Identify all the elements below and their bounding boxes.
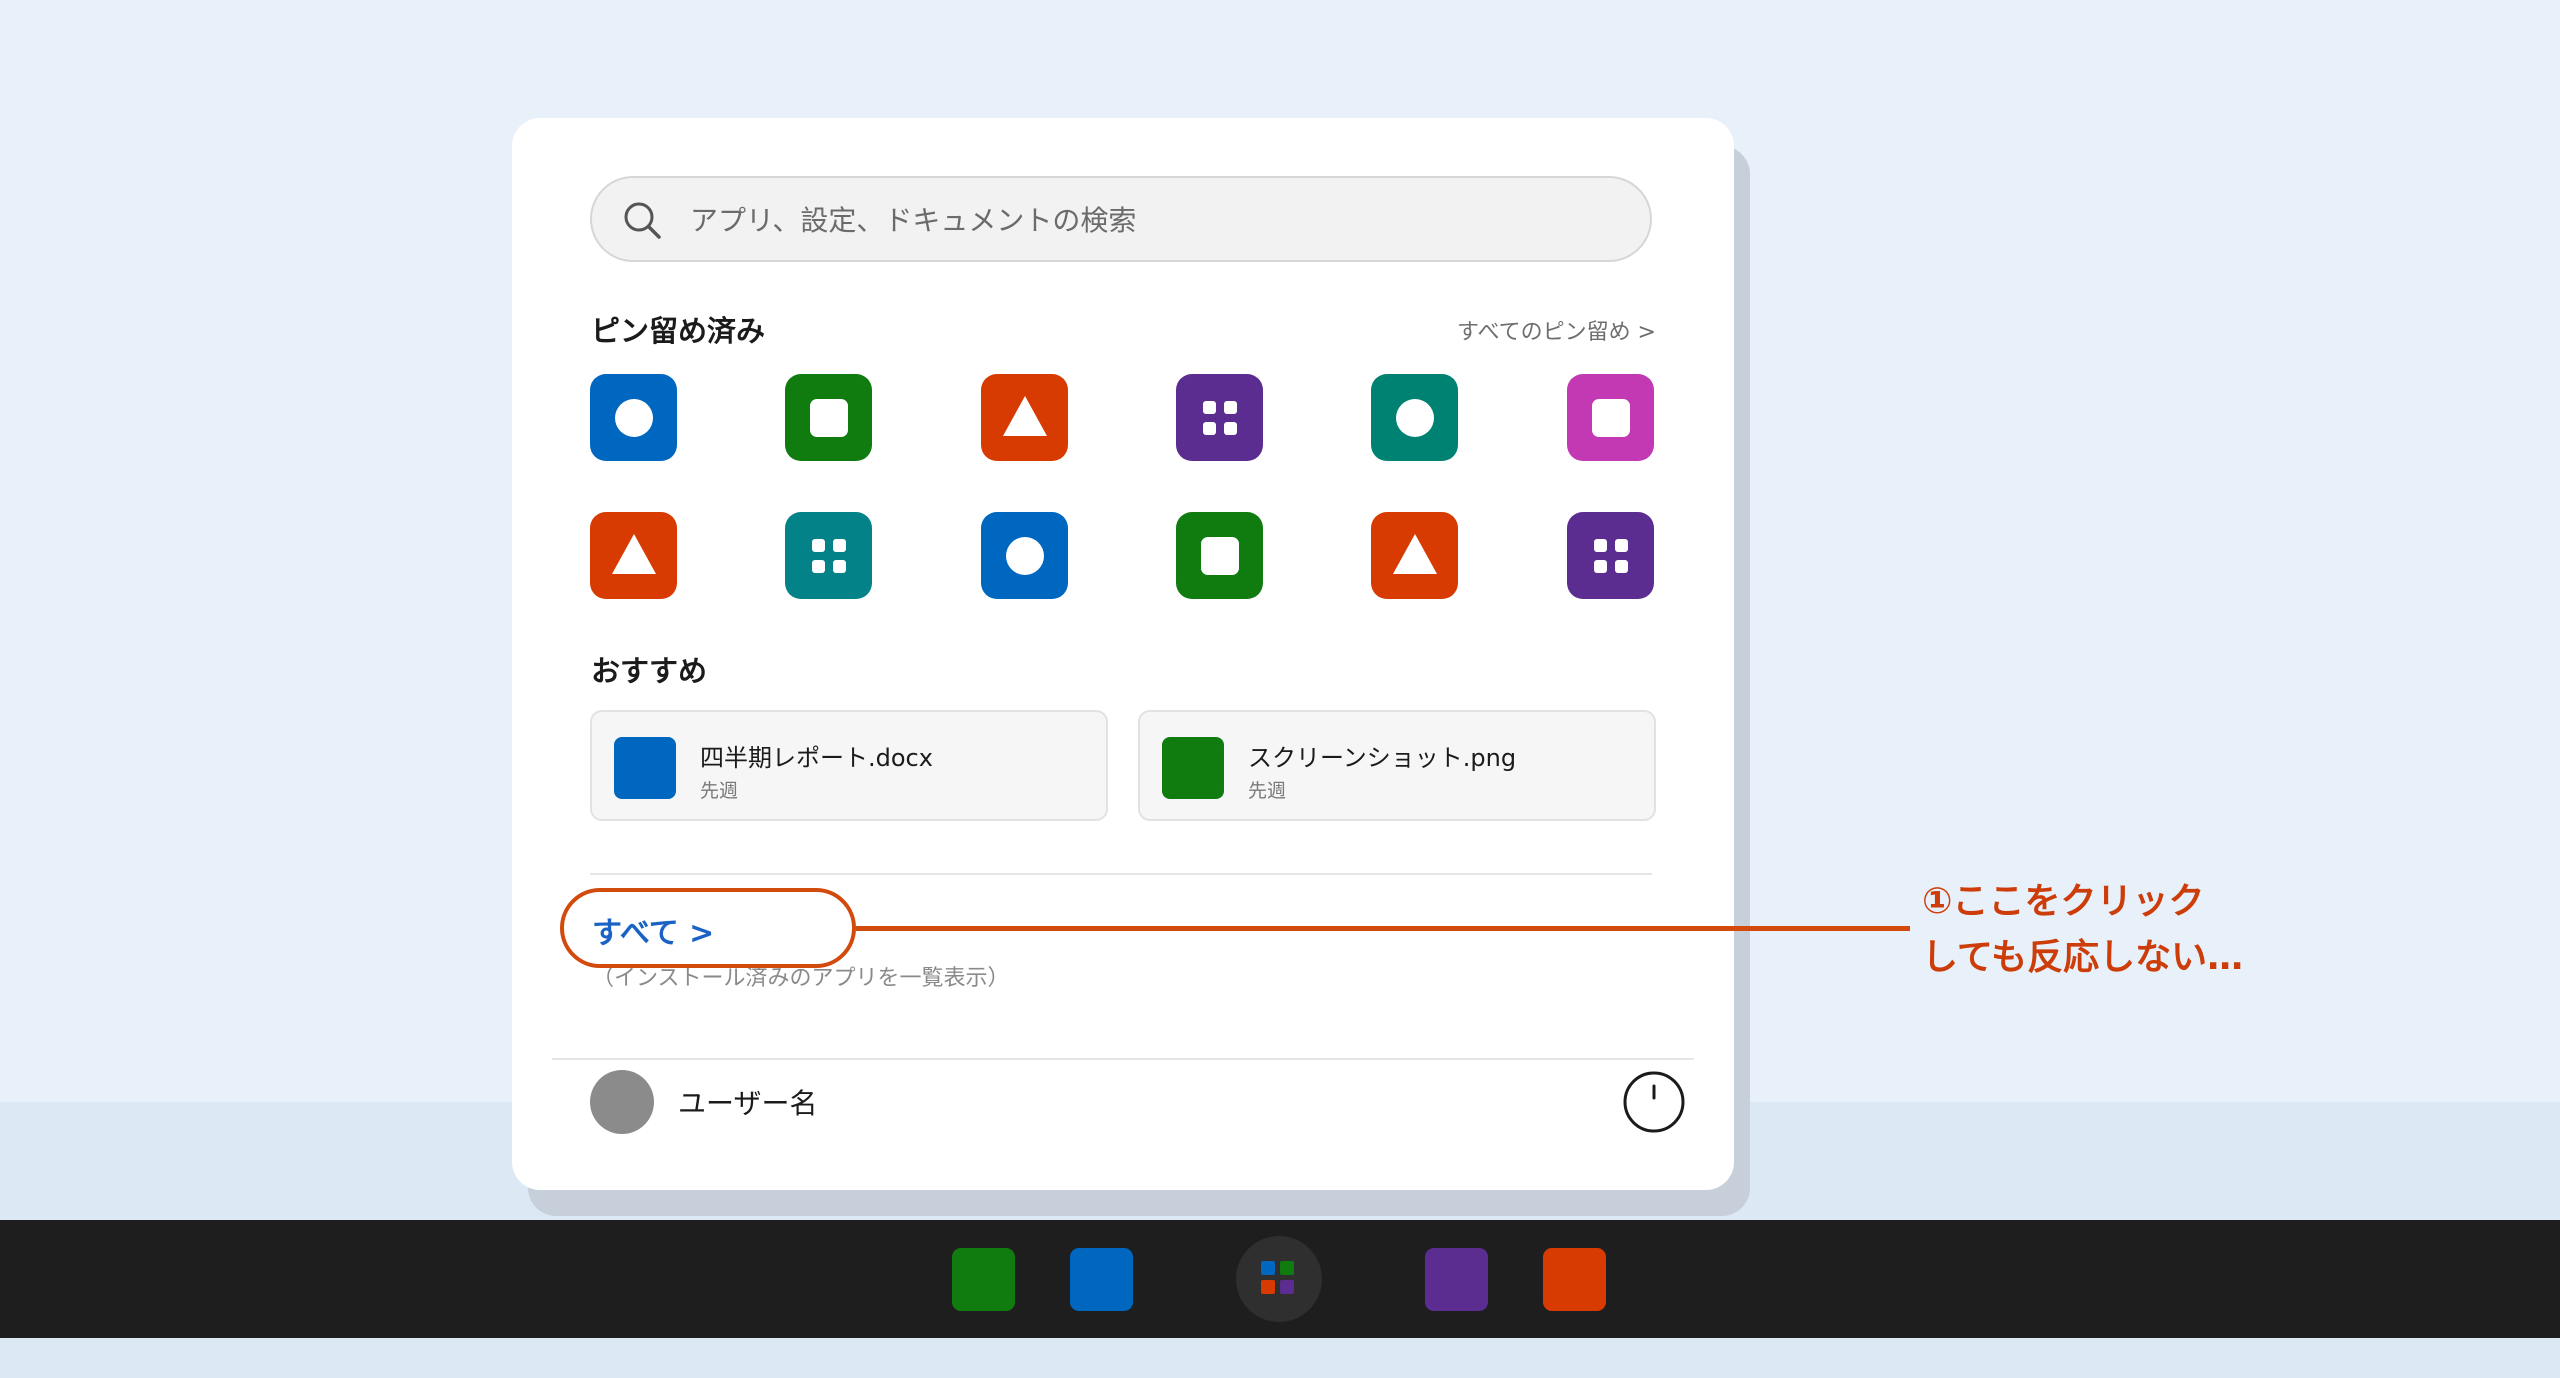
pinned-app-tile[interactable]: [1176, 374, 1263, 461]
square-app-icon: [1591, 398, 1630, 437]
start-logo-tile: [1261, 1261, 1275, 1275]
document-file-icon: [614, 737, 676, 799]
footer-divider: [552, 1058, 1694, 1060]
search-input[interactable]: [688, 178, 1632, 262]
pinned-title: ピン留め済み: [591, 314, 766, 348]
recommended-item[interactable]: 四半期レポート.docx 先週: [590, 710, 1108, 821]
triangle-app-icon: [611, 533, 656, 574]
circle-app-icon: [614, 398, 653, 437]
pinned-app-tile[interactable]: [1567, 374, 1654, 461]
recommended-item-time: 先週: [1248, 780, 1287, 802]
power-icon[interactable]: [1622, 1070, 1686, 1134]
highlight-oval-annotation: [560, 888, 856, 968]
grid-app-icon: [1593, 538, 1628, 573]
pinned-app-tile[interactable]: [785, 512, 872, 599]
square-app-icon: [809, 398, 848, 437]
square-app-icon: [1200, 536, 1239, 575]
pinned-app-tile[interactable]: [590, 512, 677, 599]
pinned-app-tile[interactable]: [1371, 374, 1458, 461]
start-logo-tile: [1280, 1280, 1294, 1294]
recommended-item-name: スクリーンショット.png: [1248, 744, 1517, 772]
pinned-app-tile[interactable]: [981, 374, 1068, 461]
callout-annotation: ①ここをクリック しても反応しない…: [1922, 874, 2243, 986]
start-menu: ピン留め済み すべてのピン留め > おすすめ 四半期レポート.docx 先週 ス…: [512, 118, 1734, 1190]
circle-app-icon: [1005, 536, 1044, 575]
taskbar-app-icon[interactable]: [1070, 1248, 1133, 1311]
grid-app-icon: [1202, 400, 1237, 435]
start-button[interactable]: [1236, 1236, 1322, 1322]
taskbar-app-icon[interactable]: [1425, 1248, 1488, 1311]
recommended-item-name: 四半期レポート.docx: [700, 744, 933, 772]
recommended-item[interactable]: スクリーンショット.png 先週: [1138, 710, 1656, 821]
pinned-app-tile[interactable]: [590, 374, 677, 461]
taskbar-app-icon[interactable]: [952, 1248, 1015, 1311]
start-logo-tile: [1261, 1280, 1275, 1294]
recommended-title: おすすめ: [591, 654, 708, 688]
user-name[interactable]: ユーザー名: [678, 1082, 817, 1122]
pinned-app-tile[interactable]: [1567, 512, 1654, 599]
triangle-app-icon: [1392, 533, 1437, 574]
pinned-app-tile[interactable]: [1176, 512, 1263, 599]
section-divider: [590, 873, 1652, 875]
search-box[interactable]: [590, 176, 1652, 262]
circle-app-icon: [1395, 398, 1434, 437]
pinned-app-tile[interactable]: [981, 512, 1068, 599]
triangle-app-icon: [1002, 395, 1047, 436]
recommended-item-time: 先週: [700, 780, 739, 802]
start-logo-tile: [1280, 1261, 1294, 1275]
search-icon: [624, 202, 661, 239]
pinned-app-tile[interactable]: [785, 374, 872, 461]
callout-line-1: ①ここをクリック: [1922, 881, 2205, 922]
pinned-app-tile[interactable]: [1371, 512, 1458, 599]
callout-line-2: しても反応しない…: [1922, 937, 2244, 978]
taskbar-app-icon[interactable]: [1543, 1248, 1606, 1311]
grid-app-icon: [811, 538, 846, 573]
all-pins-link[interactable]: すべてのピン留め >: [1457, 314, 1656, 346]
taskbar: [0, 1220, 2560, 1338]
user-avatar[interactable]: [590, 1070, 654, 1134]
callout-connector-line: [856, 926, 1910, 931]
image-file-icon: [1162, 737, 1224, 799]
